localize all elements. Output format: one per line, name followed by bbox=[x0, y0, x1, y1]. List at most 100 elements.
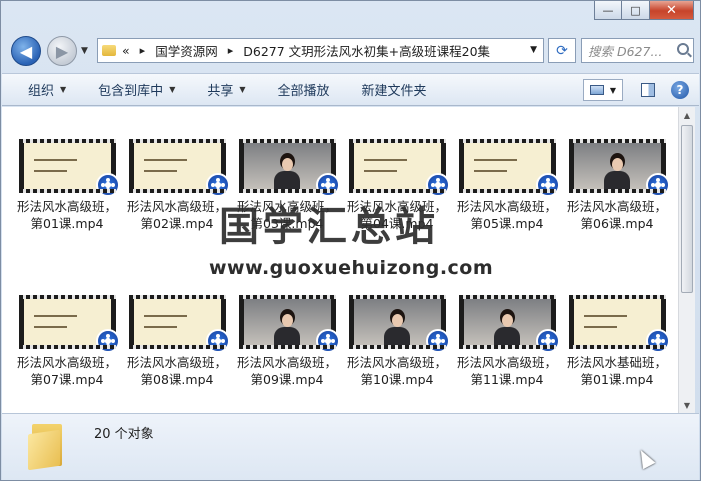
media-player-icon bbox=[535, 173, 560, 197]
file-item[interactable]: 形法风水高级班， 第02课.mp4 bbox=[124, 139, 230, 232]
forward-arrow-icon[interactable]: ▶ bbox=[47, 36, 77, 66]
address-bar[interactable]: « ▸ 国学资源网 ▸ D6277 文玥形法风水初集+高级班课程20集 ▼ bbox=[97, 38, 544, 63]
search-input[interactable]: 搜索 D627... bbox=[581, 38, 694, 63]
media-player-icon bbox=[645, 329, 670, 353]
file-name-line1: 形法风水基础班， bbox=[566, 355, 667, 370]
organize-menu[interactable]: 组织 ▼ bbox=[28, 80, 66, 99]
file-item[interactable]: 形法风水高级班， 第11课.mp4 bbox=[454, 295, 560, 388]
breadcrumb-overflow[interactable]: « bbox=[122, 43, 130, 58]
scrollbar-thumb[interactable] bbox=[681, 125, 693, 293]
file-name-line2: 第05课.mp4 bbox=[470, 216, 544, 231]
organize-label: 组织 bbox=[28, 84, 55, 99]
file-name-line1: 形法风水高级班， bbox=[16, 355, 117, 370]
file-item[interactable]: 形法风水高级班， 第07课.mp4 bbox=[14, 295, 120, 388]
new-folder-label: 新建文件夹 bbox=[361, 84, 427, 99]
file-name-line1: 形法风水高级班， bbox=[456, 355, 557, 370]
refresh-icon[interactable]: ⟳ bbox=[548, 38, 576, 63]
file-name-line1: 形法风水高级班， bbox=[16, 199, 117, 214]
file-item[interactable]: 形法风水高级班， 第08课.mp4 bbox=[124, 295, 230, 388]
minimize-button[interactable]: — bbox=[594, 1, 622, 20]
video-thumbnail bbox=[568, 139, 670, 197]
file-name: 形法风水高级班， 第08课.mp4 bbox=[124, 354, 230, 388]
help-icon[interactable]: ? bbox=[671, 81, 689, 99]
include-library-menu[interactable]: 包含到库中 ▼ bbox=[98, 80, 175, 99]
navigation-bar: ◀ ▶ ▼ « ▸ 国学资源网 ▸ D6277 文玥形法风水初集+高级班课程20… bbox=[9, 34, 694, 66]
preview-pane-icon[interactable] bbox=[641, 83, 655, 97]
file-name: 形法风水基础班， 第01课.mp4 bbox=[564, 354, 670, 388]
file-name-line1: 形法风水高级班， bbox=[126, 199, 227, 214]
watermark-url: www.guoxuehuizong.com bbox=[209, 257, 494, 279]
share-label: 共享 bbox=[207, 84, 234, 99]
video-thumbnail bbox=[458, 295, 560, 353]
file-item[interactable]: 形法风水高级班， 第01课.mp4 bbox=[14, 139, 120, 232]
video-thumbnail bbox=[238, 295, 340, 353]
file-name: 形法风水高级班， 第01课.mp4 bbox=[14, 198, 120, 232]
file-item[interactable]: 形法风水高级班， 第09课.mp4 bbox=[234, 295, 340, 388]
change-view-button[interactable]: ▼ bbox=[583, 79, 623, 101]
file-name: 形法风水高级班， 第11课.mp4 bbox=[454, 354, 560, 388]
scroll-down-icon[interactable]: ▼ bbox=[679, 397, 695, 413]
file-name-line1: 形法风水高级班， bbox=[346, 355, 447, 370]
file-name: 形法风水高级班， 第10课.mp4 bbox=[344, 354, 450, 388]
breadcrumb-separator-icon: ▸ bbox=[227, 44, 234, 57]
file-item[interactable]: 形法风水高级班， 第05课.mp4 bbox=[454, 139, 560, 232]
file-name: 形法风水高级班， 第09课.mp4 bbox=[234, 354, 340, 388]
back-arrow-icon[interactable]: ◀ bbox=[11, 36, 41, 66]
search-placeholder: 搜索 D627... bbox=[588, 44, 663, 59]
media-player-icon bbox=[315, 329, 340, 353]
file-name: 形法风水高级班， 第02课.mp4 bbox=[124, 198, 230, 232]
file-name-line1: 形法风水高级班， bbox=[566, 199, 667, 214]
breadcrumb-separator-icon: ▸ bbox=[139, 44, 146, 57]
recent-pages-dropdown-icon[interactable]: ▼ bbox=[81, 46, 88, 56]
file-item[interactable]: 形法风水高级班， 第10课.mp4 bbox=[344, 295, 450, 388]
address-dropdown-icon[interactable]: ▼ bbox=[530, 45, 537, 55]
folder-icon bbox=[28, 424, 66, 471]
media-player-icon bbox=[425, 329, 450, 353]
video-thumbnail bbox=[18, 139, 120, 197]
new-folder-button[interactable]: 新建文件夹 bbox=[362, 80, 427, 99]
chevron-down-icon: ▼ bbox=[60, 85, 67, 94]
file-name: 形法风水高级班， 第06课.mp4 bbox=[564, 198, 670, 232]
search-icon[interactable] bbox=[677, 43, 689, 55]
media-player-icon bbox=[95, 329, 120, 353]
video-thumbnail bbox=[238, 139, 340, 197]
media-player-icon bbox=[205, 329, 230, 353]
file-name-line2: 第06课.mp4 bbox=[580, 216, 654, 231]
file-name-line1: 形法风水高级班， bbox=[456, 199, 557, 214]
share-menu[interactable]: 共享 ▼ bbox=[207, 80, 245, 99]
maximize-button[interactable]: □ bbox=[622, 1, 650, 20]
media-player-icon bbox=[95, 173, 120, 197]
video-thumbnail bbox=[458, 139, 560, 197]
file-name-line2: 第10课.mp4 bbox=[360, 372, 434, 387]
scroll-up-icon[interactable]: ▲ bbox=[679, 107, 695, 123]
video-thumbnail bbox=[348, 295, 450, 353]
file-name-line2: 第11课.mp4 bbox=[470, 372, 544, 387]
item-count: 20 个对象 bbox=[94, 427, 154, 442]
file-item[interactable]: 形法风水基础班， 第01课.mp4 bbox=[564, 295, 670, 388]
toolbar-right-group: ▼ ? bbox=[583, 79, 689, 101]
file-name-line2: 第08课.mp4 bbox=[140, 372, 214, 387]
close-button[interactable]: ✕ bbox=[650, 1, 694, 20]
breadcrumb-item[interactable]: D6277 文玥形法风水初集+高级班课程20集 bbox=[243, 41, 490, 60]
file-name-line2: 第01课.mp4 bbox=[580, 372, 654, 387]
details-pane: 20 个对象 bbox=[2, 413, 699, 480]
explorer-window: — □ ✕ ◀ ▶ ▼ « ▸ 国学资源网 ▸ D6277 文玥形法风水初集+高… bbox=[0, 0, 701, 481]
chevron-down-icon: ▼ bbox=[169, 85, 176, 94]
video-thumbnail bbox=[348, 139, 450, 197]
play-all-button[interactable]: 全部播放 bbox=[278, 80, 330, 99]
video-thumbnail bbox=[128, 139, 230, 197]
file-name-line2: 第07课.mp4 bbox=[30, 372, 104, 387]
view-icon bbox=[589, 85, 604, 95]
file-name-line1: 形法风水高级班， bbox=[126, 355, 227, 370]
command-toolbar: 组织 ▼ 包含到库中 ▼ 共享 ▼ 全部播放 新建文件夹 ▼ ? bbox=[2, 73, 699, 106]
vertical-scrollbar[interactable]: ▲ ▼ bbox=[678, 107, 695, 413]
include-library-label: 包含到库中 bbox=[98, 84, 164, 99]
file-item[interactable]: 形法风水高级班， 第06课.mp4 bbox=[564, 139, 670, 232]
video-thumbnail bbox=[128, 295, 230, 353]
breadcrumb-item[interactable]: 国学资源网 bbox=[155, 41, 218, 60]
chevron-down-icon: ▼ bbox=[239, 85, 246, 94]
chevron-down-icon: ▼ bbox=[609, 85, 617, 95]
video-thumbnail bbox=[18, 295, 120, 353]
file-name: 形法风水高级班， 第07课.mp4 bbox=[14, 354, 120, 388]
media-player-icon bbox=[645, 173, 670, 197]
